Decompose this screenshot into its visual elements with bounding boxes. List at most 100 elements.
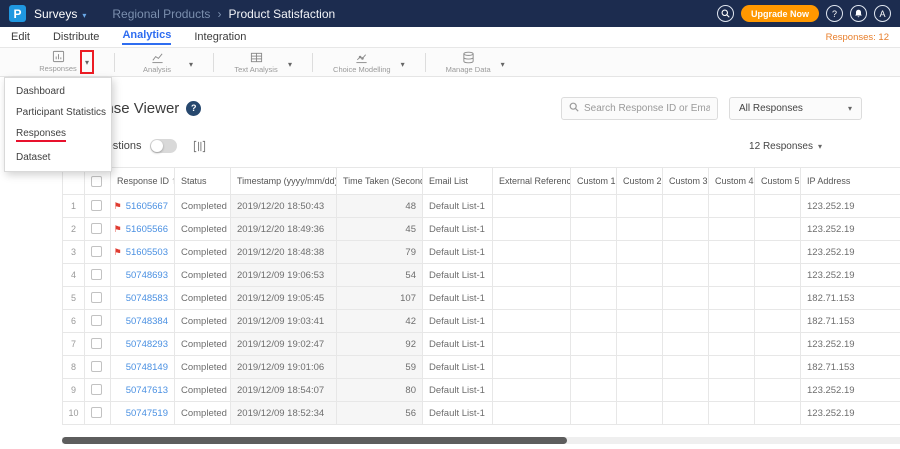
ip-address-cell: 123.252.19 <box>801 379 900 402</box>
tab-integration[interactable]: Integration <box>194 31 246 43</box>
response-id-link[interactable]: 50748149 <box>126 362 168 373</box>
external-reference-cell <box>493 379 571 402</box>
header-response-id[interactable]: Response ID <box>111 168 175 195</box>
row-checkbox-cell[interactable] <box>85 195 111 218</box>
external-reference-cell <box>493 402 571 425</box>
avatar[interactable]: A <box>874 5 891 22</box>
custom-4-cell <box>709 264 755 287</box>
custom-2-cell <box>617 218 663 241</box>
row-checkbox[interactable] <box>91 269 102 280</box>
row-checkbox-cell[interactable] <box>85 218 111 241</box>
text-analysis-dropdown-caret[interactable] <box>288 54 292 72</box>
custom-2-cell <box>617 356 663 379</box>
ip-address-cell: 123.252.19 <box>801 333 900 356</box>
responses-filter-select[interactable]: All Responses <box>729 97 862 120</box>
response-id-link[interactable]: 51605667 <box>126 201 168 212</box>
row-checkbox-cell[interactable] <box>85 310 111 333</box>
product-switcher[interactable]: Surveys <box>34 7 86 21</box>
menu-item-responses[interactable]: Responses <box>5 123 111 147</box>
custom-1-cell <box>571 218 617 241</box>
table-row: 5 50748583 Completed 2019/12/09 19:05:45… <box>63 287 900 310</box>
row-checkbox[interactable] <box>91 338 102 349</box>
row-checkbox[interactable] <box>91 200 102 211</box>
horizontal-scrollbar[interactable] <box>62 437 900 444</box>
select-all-checkbox[interactable] <box>91 176 102 187</box>
custom-3-cell <box>663 264 709 287</box>
row-checkbox[interactable] <box>91 292 102 303</box>
manage-data-dropdown-caret[interactable] <box>501 54 505 72</box>
response-id-link[interactable]: 50748293 <box>126 339 168 350</box>
response-id-link[interactable]: 50747613 <box>126 385 168 396</box>
external-reference-cell <box>493 356 571 379</box>
menu-item-participant-statistics[interactable]: Participant Statistics <box>5 102 111 123</box>
row-checkbox[interactable] <box>91 246 102 257</box>
response-id-link[interactable]: 50748583 <box>126 293 168 304</box>
row-checkbox-cell[interactable] <box>85 333 111 356</box>
tab-edit[interactable]: Edit <box>11 31 30 43</box>
row-checkbox-cell[interactable] <box>85 264 111 287</box>
toolbar-responses-button[interactable]: Responses <box>36 50 80 73</box>
header-label: Custom 2 <box>623 176 662 186</box>
response-id-cell: 50748693 <box>111 264 175 287</box>
custom-4-cell <box>709 310 755 333</box>
custom-5-cell <box>755 218 801 241</box>
questionpro-logo[interactable]: P <box>9 5 26 22</box>
questions-toggle[interactable] <box>150 139 177 153</box>
row-number: 6 <box>63 310 85 333</box>
response-id-link[interactable]: 50747519 <box>126 408 168 419</box>
response-id-link[interactable]: 51605566 <box>126 224 168 235</box>
row-checkbox[interactable] <box>91 315 102 326</box>
response-id-link[interactable]: 51605503 <box>126 247 168 258</box>
tab-distribute[interactable]: Distribute <box>53 31 99 43</box>
toolbar-manage-data-label: Manage Data <box>446 65 491 74</box>
row-checkbox-cell[interactable] <box>85 402 111 425</box>
menu-item-dataset[interactable]: Dataset <box>5 147 111 168</box>
response-id-link[interactable]: 50748384 <box>126 316 168 327</box>
tab-analytics[interactable]: Analytics <box>122 29 171 45</box>
toolbar-divider <box>312 53 313 72</box>
analytics-toolbar: Responses Analysis Text Analysis <box>0 48 900 77</box>
responses-dropdown-caret[interactable] <box>85 52 89 69</box>
header-timestamp[interactable]: Timestamp (yyyy/mm/dd) <box>231 168 337 195</box>
custom-3-cell <box>663 241 709 264</box>
row-checkbox-cell[interactable] <box>85 287 111 310</box>
viewer-controls: Questions 12 Responses <box>62 135 822 157</box>
row-checkbox[interactable] <box>91 384 102 395</box>
upgrade-now-button[interactable]: Upgrade Now <box>741 5 819 22</box>
choice-modelling-dropdown-caret[interactable] <box>401 54 405 72</box>
breadcrumb-parent[interactable]: Regional Products <box>112 7 210 21</box>
row-checkbox-cell[interactable] <box>85 241 111 264</box>
help-icon[interactable]: ? <box>186 101 201 116</box>
help-icon[interactable]: ? <box>826 5 843 22</box>
row-number: 7 <box>63 333 85 356</box>
header-label: Custom 5 <box>761 176 800 186</box>
toolbar-choice-modelling-button[interactable]: Choice Modelling <box>333 51 391 74</box>
custom-3-cell <box>663 195 709 218</box>
row-checkbox[interactable] <box>91 361 102 372</box>
response-id-link[interactable]: 50748693 <box>126 270 168 281</box>
row-checkbox-cell[interactable] <box>85 356 111 379</box>
time-taken-cell: 92 <box>337 333 423 356</box>
toolbar-text-analysis-button[interactable]: Text Analysis <box>234 51 278 74</box>
table-row: 7 50748293 Completed 2019/12/09 19:02:47… <box>63 333 900 356</box>
search-icon[interactable] <box>717 5 734 22</box>
row-checkbox[interactable] <box>91 407 102 418</box>
search-input[interactable] <box>584 103 710 114</box>
row-checkbox-cell[interactable] <box>85 379 111 402</box>
time-taken-cell: 42 <box>337 310 423 333</box>
scrollbar-thumb[interactable] <box>62 437 567 444</box>
response-search-box[interactable] <box>561 97 718 120</box>
survey-nav: Edit Distribute Analytics Integration Re… <box>0 27 900 48</box>
menu-item-dashboard[interactable]: Dashboard <box>5 81 111 102</box>
column-settings-icon[interactable] <box>193 139 206 153</box>
row-number: 3 <box>63 241 85 264</box>
notifications-icon[interactable] <box>850 5 867 22</box>
ip-address-cell: 123.252.19 <box>801 195 900 218</box>
toolbar-analysis-button[interactable]: Analysis <box>135 51 179 74</box>
row-checkbox[interactable] <box>91 223 102 234</box>
toolbar-manage-data-button[interactable]: Manage Data <box>446 51 491 74</box>
header-time-taken[interactable]: Time Taken (Seconds) <box>337 168 423 195</box>
responses-count-select[interactable]: 12 Responses <box>749 141 822 152</box>
analysis-dropdown-caret[interactable] <box>189 54 193 72</box>
header-custom-2: Custom 2 <box>617 168 663 195</box>
